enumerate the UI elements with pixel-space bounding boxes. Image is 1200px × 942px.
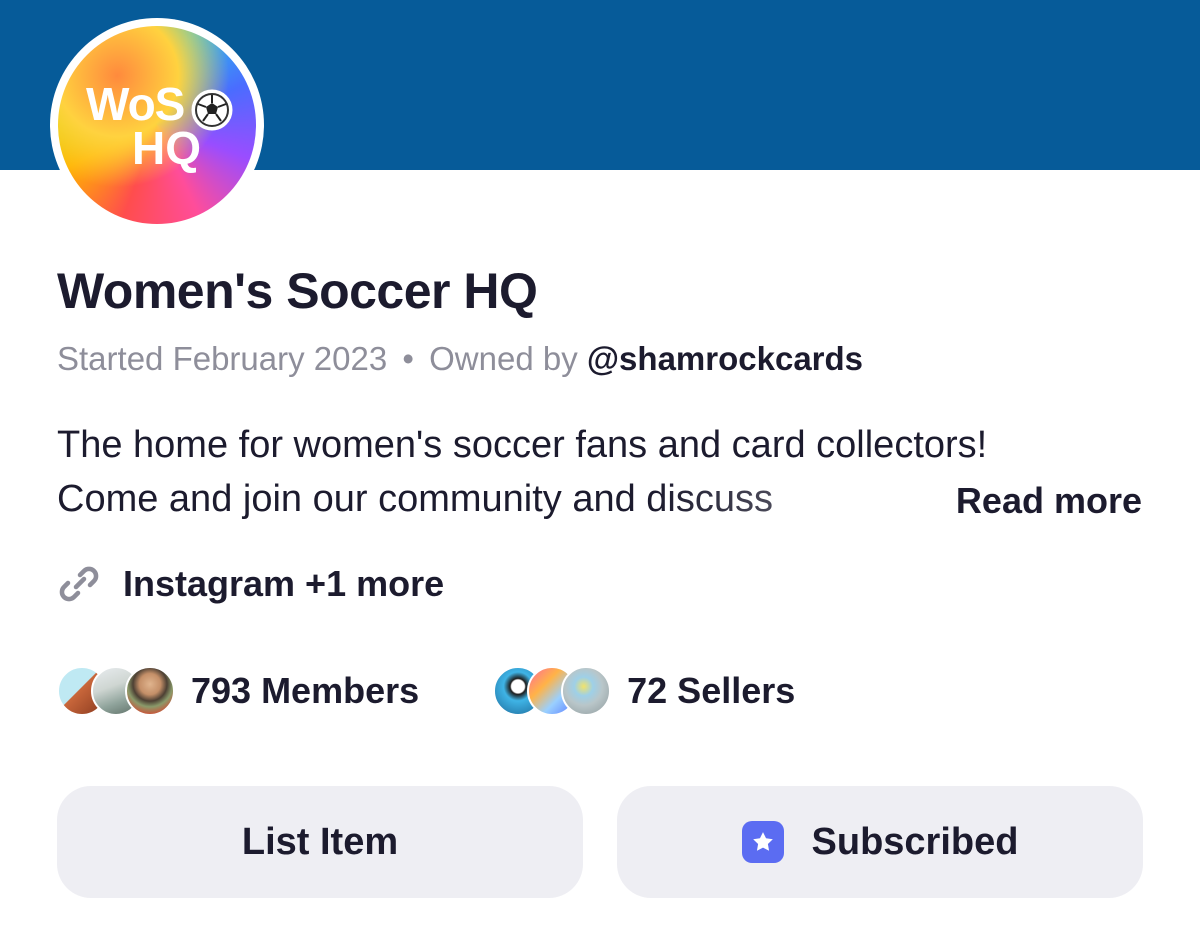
owner-handle-link[interactable]: @shamrockcards [587,340,863,377]
soccer-ball-icon [191,89,233,131]
list-item-label: List Item [241,820,399,863]
seller-avatars [493,664,613,718]
member-avatars [57,664,177,718]
owned-by-label: Owned by [429,340,578,377]
subscribed-button[interactable]: Subscribed [617,786,1143,898]
read-more-link[interactable]: Read more [875,474,1142,528]
subscribed-label: Subscribed [811,820,1019,863]
community-logo: WoS HQ [58,26,256,224]
started-date: Started February 2023 [57,340,388,377]
members-count: 793 Members [191,670,420,711]
community-stats: 793 Members 72 Sellers [57,662,869,720]
link-icon [59,566,99,602]
star-icon [741,821,784,863]
community-meta: Started February 2023 • Owned by @shamro… [57,340,863,378]
sellers-stat[interactable]: 72 Sellers [493,664,795,718]
meta-separator: • [402,340,414,377]
members-stat[interactable]: 793 Members [57,664,419,718]
links-label: Instagram +1 more [123,563,445,604]
community-title: Women's Soccer HQ [57,263,538,319]
community-avatar[interactable]: WoS HQ [50,18,264,232]
list-item-button[interactable]: List Item [57,786,583,898]
avatar [125,666,175,716]
description-line-1: The home for women's soccer fans and car… [57,424,988,466]
avatar [561,666,612,716]
sellers-count: 72 Sellers [627,670,796,711]
external-links[interactable]: Instagram +1 more [57,560,444,608]
